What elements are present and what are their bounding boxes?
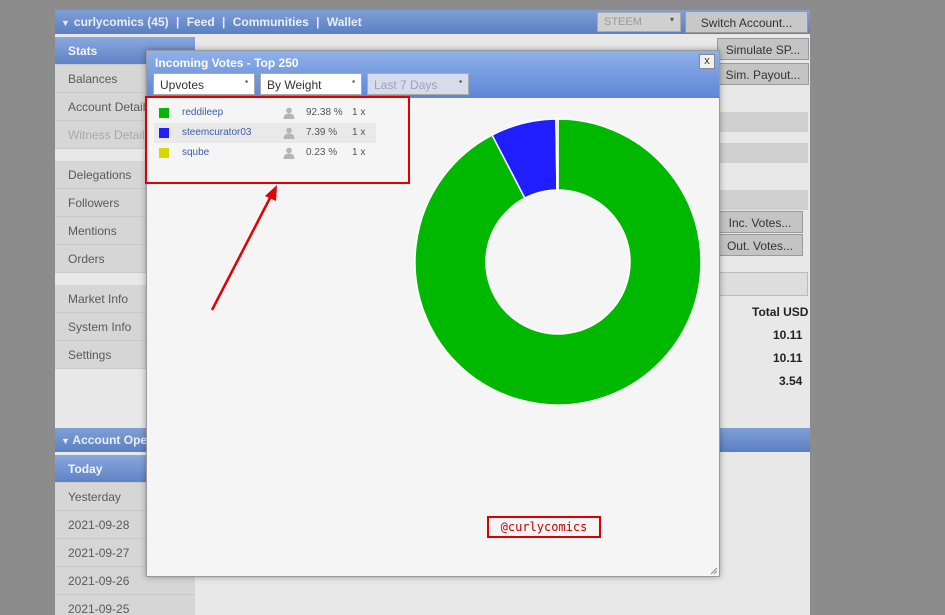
total-usd-value: 10.11 [773, 328, 803, 342]
currency-value: STEEM [604, 16, 642, 28]
sort-select[interactable]: By Weight ▪ [260, 73, 362, 95]
currency-select[interactable]: STEEM ▾ [597, 12, 681, 32]
total-usd-value: 10.11 [773, 351, 803, 365]
incoming-votes-button[interactable]: Inc. Votes... [717, 211, 803, 233]
nav-wallet[interactable]: Wallet [327, 15, 362, 29]
nav-account[interactable]: curlycomics (45) [74, 15, 169, 29]
sim-payout-button[interactable]: Sim. Payout... [717, 63, 809, 85]
nav-separator: | [222, 15, 226, 29]
account-nav: ▼ curlycomics (45) | Feed | Communities |… [61, 15, 366, 29]
username-watermark: @curlycomics [487, 516, 601, 538]
dropdown-caret-icon: ▪ [352, 77, 355, 86]
dialog-title: Incoming Votes - Top 250 [155, 56, 299, 70]
dropdown-caret-icon: ▪ [459, 77, 462, 86]
period-select: Last 7 Days ▪ [367, 73, 469, 95]
nav-separator: | [175, 15, 180, 29]
select-value: Upvotes [160, 78, 205, 92]
total-usd-header: Total USD [752, 305, 809, 319]
total-usd-value: 3.54 [779, 374, 803, 388]
top-navigation-bar: ▼ curlycomics (45) | Feed | Communities |… [55, 10, 810, 34]
stats-row [718, 143, 808, 163]
select-value: Last 7 Days [374, 78, 438, 92]
stats-row [718, 272, 808, 296]
stats-row [718, 190, 808, 210]
dialog-header: Incoming Votes - Top 250 x Upvotes ▪ By W… [147, 51, 719, 98]
switch-account-button[interactable]: Switch Account... [685, 11, 808, 33]
outgoing-votes-button[interactable]: Out. Votes... [717, 234, 803, 256]
collapse-triangle-icon: ▼ [61, 436, 73, 446]
vote-type-select[interactable]: Upvotes ▪ [153, 73, 255, 95]
annotation-highlight-box [145, 96, 410, 184]
select-value: By Weight [267, 78, 322, 92]
resize-handle-icon[interactable] [709, 566, 717, 574]
date-item[interactable]: 2021-09-25 [55, 595, 195, 615]
votes-donut-chart [414, 118, 702, 406]
close-button[interactable]: x [699, 54, 715, 69]
collapse-triangle-icon[interactable]: ▼ [61, 18, 70, 28]
donut-slice-sqube[interactable] [555, 118, 559, 191]
nav-separator: | [316, 15, 320, 29]
dropdown-caret-icon: ▪ [245, 77, 248, 86]
simulate-sp-button[interactable]: Simulate SP... [717, 38, 809, 60]
nav-feed[interactable]: Feed [187, 15, 215, 29]
section-title: Account Oper [72, 433, 152, 447]
stats-row [718, 112, 808, 132]
nav-communities[interactable]: Communities [233, 15, 309, 29]
dropdown-caret-icon: ▾ [669, 15, 674, 24]
